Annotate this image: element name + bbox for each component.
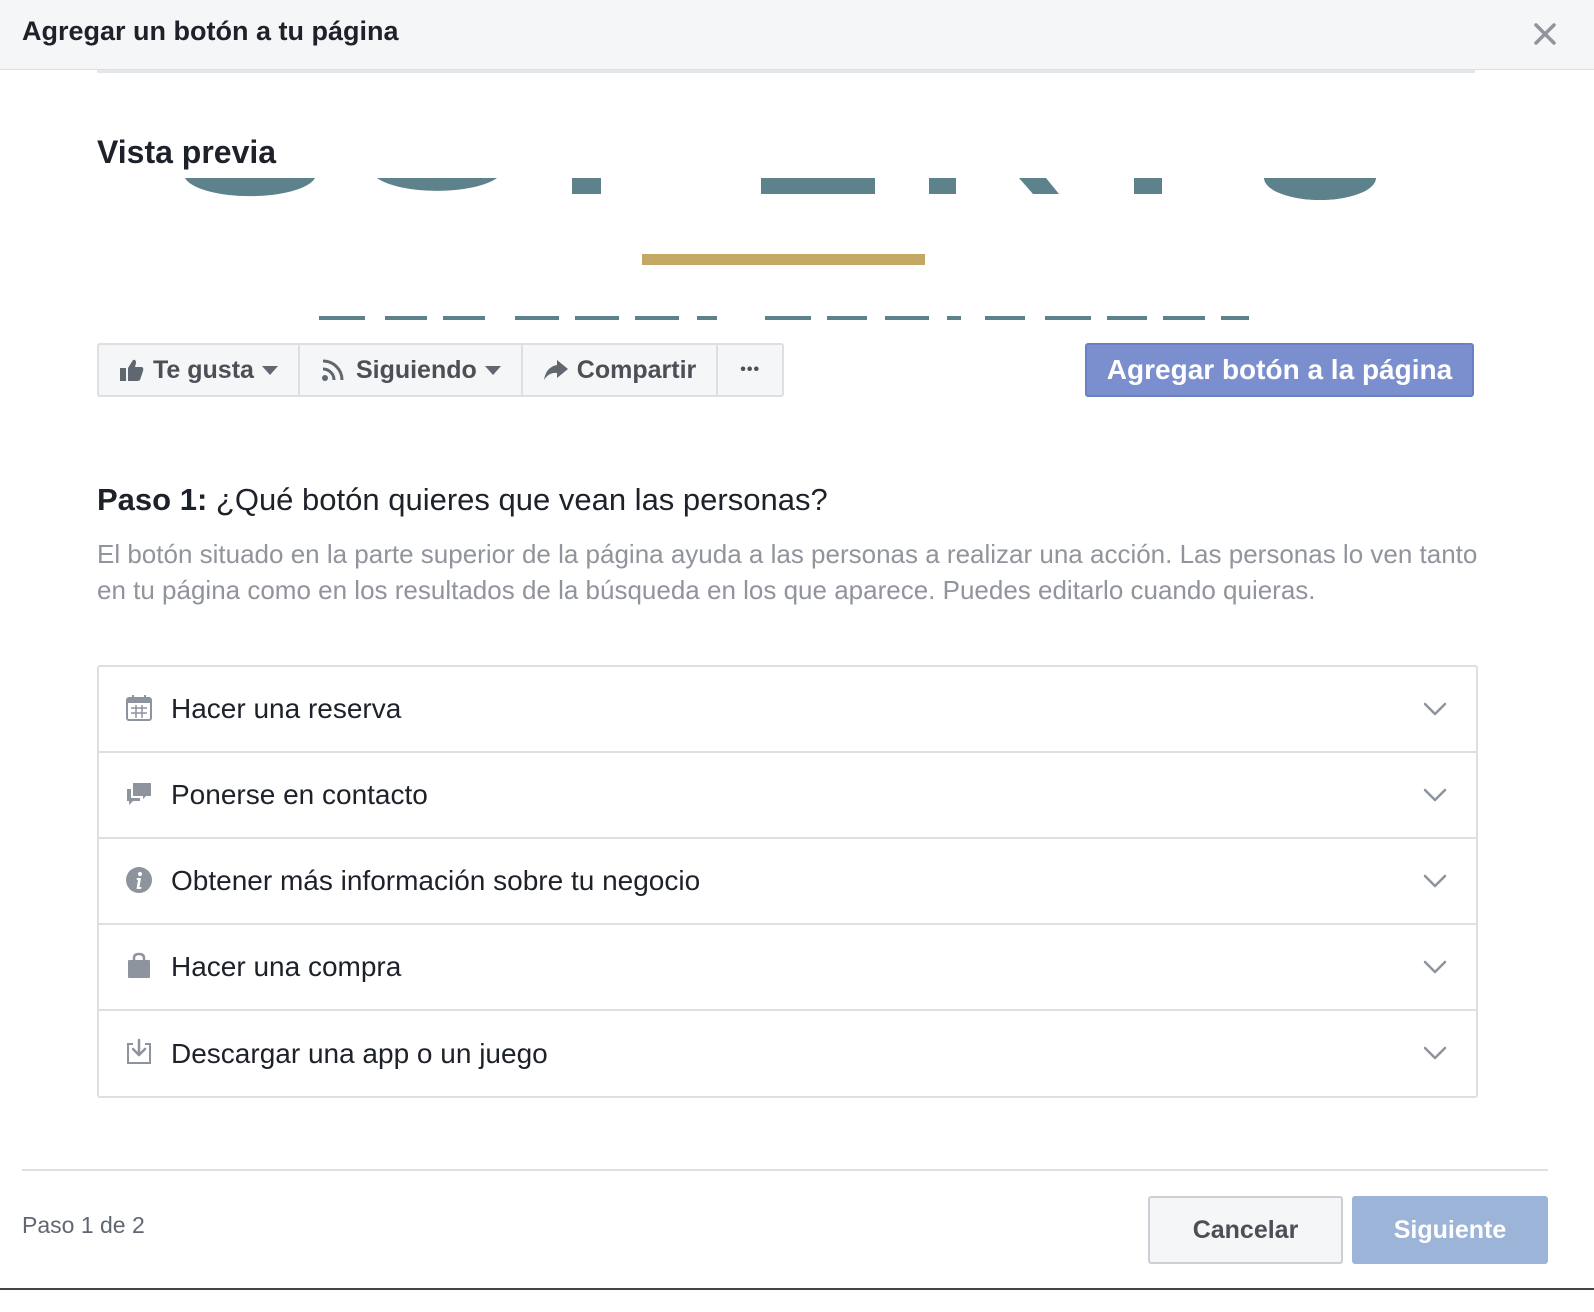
option-label: Hacer una reserva <box>171 693 402 724</box>
add-page-button[interactable]: Agregar botón a la página <box>1085 343 1474 397</box>
caret-down-icon <box>484 365 501 375</box>
next-button[interactable]: Siguiente <box>1352 1196 1548 1264</box>
dialog-title: Agregar un botón a tu página <box>22 16 399 46</box>
option-learn-more[interactable]: Obtener más información sobre tu negocio <box>99 839 1476 925</box>
share-button[interactable]: Compartir <box>523 345 719 395</box>
like-button[interactable]: Te gusta <box>99 345 300 395</box>
info-icon <box>126 867 152 893</box>
chevron-down-icon <box>1423 1046 1447 1060</box>
cover-photo-preview <box>97 178 1475 326</box>
close-button[interactable] <box>1530 19 1560 49</box>
ellipsis-icon: ••• <box>740 361 761 378</box>
chevron-down-icon <box>1423 702 1447 716</box>
step-description: El botón situado en la parte superior de… <box>97 539 1478 605</box>
chat-bubbles-icon <box>127 783 151 805</box>
cover-logo-image <box>185 178 1376 320</box>
share-label: Compartir <box>576 355 697 384</box>
shopping-bag-icon <box>128 952 150 978</box>
option-label: Obtener más información sobre tu negocio <box>171 865 701 896</box>
option-label: Ponerse en contacto <box>171 779 428 810</box>
thumbs-up-icon <box>120 359 144 381</box>
option-make-purchase[interactable]: Hacer una compra <box>99 925 1476 1011</box>
step-question: ¿Qué botón quieres que vean las personas… <box>207 482 828 517</box>
option-contact[interactable]: Ponerse en contacto <box>99 753 1476 839</box>
option-label: Hacer una compra <box>171 951 402 982</box>
step-heading: Paso 1: ¿Qué botón quieres que vean las … <box>97 482 828 518</box>
preview-title: Vista previa <box>97 134 277 170</box>
chevron-down-icon <box>1423 788 1447 802</box>
rss-feed-icon <box>321 359 344 381</box>
option-make-reservation[interactable]: Hacer una reserva <box>99 667 1476 753</box>
step-label: Paso 1: <box>97 482 208 517</box>
option-download-app[interactable]: Descargar una app o un juego <box>99 1011 1476 1096</box>
page-action-bar: Te gusta Siguiendo Compartir ••• <box>97 343 785 397</box>
following-label: Siguiendo <box>355 355 477 384</box>
divider <box>97 70 1475 73</box>
dialog-header: Agregar un botón a tu página <box>0 0 1594 70</box>
button-options-list: Hacer una reserva Ponerse en contacto Ob… <box>97 665 1478 1098</box>
option-label: Descargar una app o un juego <box>171 1037 548 1069</box>
download-icon <box>127 1038 151 1064</box>
chevron-down-icon <box>1423 874 1447 888</box>
calendar-icon <box>126 695 152 721</box>
chevron-down-icon <box>1423 960 1447 974</box>
step-counter: Paso 1 de 2 <box>22 1212 145 1238</box>
footer-divider <box>22 1169 1548 1171</box>
like-label: Te gusta <box>153 355 254 384</box>
cancel-button[interactable]: Cancelar <box>1148 1196 1343 1264</box>
close-icon <box>1534 23 1556 45</box>
share-arrow-icon <box>543 360 568 380</box>
more-options-button[interactable]: ••• <box>718 345 782 395</box>
caret-down-icon <box>261 365 278 375</box>
add-button-dialog: Agregar un botón a tu página Vista previ… <box>0 0 1594 1290</box>
following-button[interactable]: Siguiendo <box>300 345 523 395</box>
